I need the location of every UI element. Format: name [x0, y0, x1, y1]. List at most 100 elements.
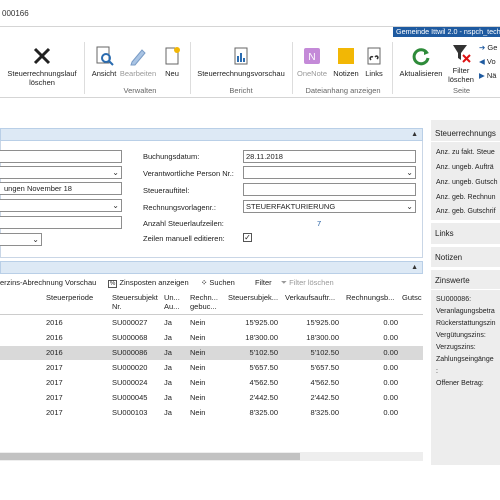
chevron-down-icon: ⌄ [32, 235, 39, 244]
cell-sales: 15'925.00 [306, 318, 339, 327]
cell-un: Ja [164, 333, 172, 342]
tax-title-field[interactable] [243, 183, 416, 196]
cell-subject: SU000068 [112, 333, 148, 342]
cell-inv-amt: 0.00 [383, 348, 398, 357]
collapse-icon: ▲ [411, 131, 418, 138]
show-items-button[interactable]: % Zinsposten anzeigen [108, 278, 189, 288]
title-bar: 000166 [0, 0, 500, 26]
previous-label: Vo [486, 57, 496, 66]
previous-button[interactable]: ◀ Vo [479, 57, 496, 66]
general-section-header[interactable]: ▲ [0, 128, 423, 141]
divider [431, 141, 500, 142]
template-field[interactable]: STEUERFAKTURIERUNG ⌄ [243, 200, 416, 213]
col-inv[interactable]: Rechn... gebuc... [190, 293, 222, 311]
posting-date-value: 28.11.2018 [246, 152, 283, 161]
table-row[interactable]: 2016 SU000068 Ja Nein 18'300.00 18'300.00 0.00 [0, 331, 423, 345]
next-button[interactable]: ▶ Nä [479, 71, 496, 80]
cell-period: 2017 [46, 393, 63, 402]
cell-inv: Nein [190, 318, 206, 327]
scrollbar-thumb[interactable] [0, 453, 300, 460]
arrow-left-icon: ◀ [479, 57, 485, 66]
links-button[interactable]: Links [362, 45, 386, 78]
template-label: Rechnungsvorlagenr.: [143, 203, 216, 212]
links-title[interactable]: Links [435, 229, 454, 238]
table-row[interactable]: 2016 SU000086 Ja Nein 5'102.50 5'102.50 0.00 [0, 346, 423, 360]
binoculars-icon: ⁘ [201, 278, 208, 287]
new-button[interactable]: Neu [160, 45, 184, 78]
tax-invoice-item[interactable]: Anz. ungeb. Gutsch [436, 179, 497, 186]
svg-text:N: N [308, 52, 315, 63]
tax-invoice-preview-button[interactable]: Steuerrechnungsvorschau [194, 45, 288, 78]
collapse-icon: ▲ [411, 264, 418, 271]
posting-date-field[interactable]: 28.11.2018 [243, 150, 416, 163]
interest-item: Veranlagungsbetra [436, 308, 495, 315]
divider [431, 244, 500, 247]
chevron-down-icon: ⌄ [406, 168, 413, 177]
field-select-2[interactable]: ⌄ [0, 199, 122, 212]
notes-button[interactable]: Notizen [330, 45, 362, 78]
table-row[interactable]: 2017 SU000020 Ja Nein 5'657.50 5'657.50 0.00 [0, 361, 423, 375]
cell-un: Ja [164, 348, 172, 357]
cell-inv: Nein [190, 378, 206, 387]
cell-inv: Nein [190, 393, 206, 402]
goto-button[interactable]: ➔ Ge [479, 43, 497, 52]
cell-un: Ja [164, 378, 172, 387]
notes-title[interactable]: Notizen [435, 253, 462, 262]
description-field[interactable]: ungen November 18 [0, 182, 122, 195]
search-button[interactable]: ⁘ Suchen [201, 278, 235, 287]
horizontal-scrollbar[interactable] [0, 452, 423, 461]
field-select-3[interactable]: ⌄ [0, 233, 42, 246]
tax-invoice-item[interactable]: Anz. ungeb. Aufträ [436, 164, 494, 171]
field-select-1[interactable]: ⌄ [0, 166, 122, 179]
note-icon [338, 48, 354, 64]
refresh-button[interactable]: Aktualisieren [396, 45, 446, 78]
clear-filter-toolbar-button[interactable]: ⏷ Filter löschen [281, 278, 334, 288]
col-period[interactable]: Steuerperiode [46, 293, 93, 302]
cell-un: Ja [164, 393, 172, 402]
line-count-value[interactable]: 7 [317, 219, 321, 228]
view-button[interactable]: Ansicht [90, 45, 118, 78]
col-un[interactable]: Un... Au... [164, 293, 186, 311]
cell-period: 2016 [46, 348, 63, 357]
cell-subj-amt: 8'325.00 [249, 408, 278, 417]
clear-filter-button[interactable]: Filter löschen [446, 42, 476, 84]
tax-invoice-item[interactable]: Anz. zu fakt. Steue [436, 149, 495, 156]
interest-preview-button[interactable]: erzins-Abrechnung Vorschau [0, 278, 96, 287]
onenote-label: OneNote [296, 69, 328, 78]
col-subj-amt[interactable]: Steuersubjek... [228, 293, 278, 302]
tax-invoice-item[interactable]: Anz. geb. Gutschrif [436, 208, 496, 215]
onenote-button[interactable]: N OneNote [295, 45, 329, 78]
col-credit[interactable]: Gutsc [402, 293, 422, 302]
cell-subj-amt: 5'657.50 [249, 363, 278, 372]
col-sales[interactable]: Verkaufsauftr... [285, 293, 335, 302]
table-row[interactable]: 2016 SU000027 Ja Nein 15'925.00 15'925.00 0.00 [0, 316, 423, 330]
manual-edit-checkbox[interactable]: ✓ [243, 233, 252, 242]
field-input-1[interactable] [0, 150, 122, 163]
responsible-field[interactable]: ⌄ [243, 166, 416, 179]
col-subject[interactable]: Steuersubjekt Nr. [112, 293, 158, 311]
table-row[interactable]: 2017 SU000024 Ja Nein 4'562.50 4'562.50 0.00 [0, 376, 423, 390]
interest-item: : [436, 368, 438, 375]
factbox-pane: Steuerrechnungs Anz. zu fakt. Steue Anz.… [431, 120, 500, 465]
field-input-2[interactable] [0, 216, 122, 229]
lines-section-header[interactable]: ▲ [0, 261, 423, 274]
delete-run-button[interactable]: Steuerrechnungslauf löschen [4, 45, 80, 87]
pencil-icon [130, 49, 146, 66]
report-icon [234, 47, 248, 65]
onenote-icon: N [304, 48, 320, 64]
cell-subj-amt: 5'102.50 [249, 348, 278, 357]
cell-sales: 18'300.00 [306, 333, 339, 342]
table-row[interactable]: 2017 SU000045 Ja Nein 2'442.50 2'442.50 0.00 [0, 391, 423, 405]
responsible-label: Verantwortliche Person Nr.: [143, 169, 234, 178]
col-inv-amt[interactable]: Rechnungsb... [346, 293, 394, 302]
edit-button[interactable]: Bearbeiten [118, 45, 158, 78]
cell-un: Ja [164, 363, 172, 372]
search-label: Suchen [209, 278, 235, 287]
grid-header: Steuerperiode Steuersubjekt Nr. Un... Au… [0, 291, 423, 315]
divider [431, 289, 500, 290]
goto-label: Ge [487, 43, 498, 52]
filter-button[interactable]: Filter [255, 278, 272, 287]
tax-invoice-item[interactable]: Anz. geb. Rechnun [436, 194, 496, 201]
table-row[interactable]: 2017 SU000103 Ja Nein 8'325.00 8'325.00 0.00 [0, 406, 423, 420]
posting-date-label: Buchungsdatum: [143, 152, 200, 161]
